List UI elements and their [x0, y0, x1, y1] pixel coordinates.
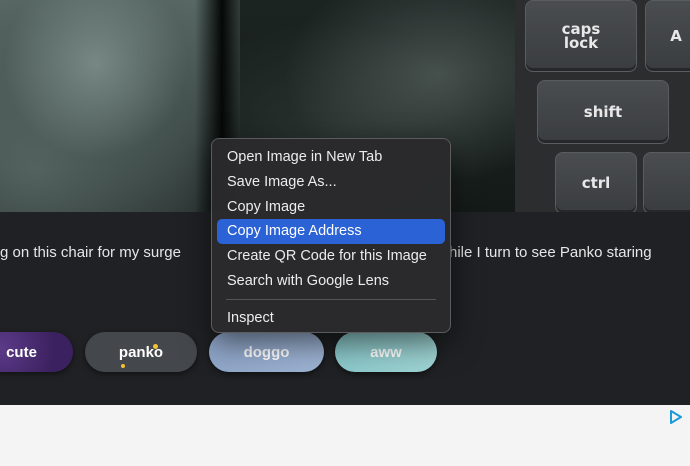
tag-label: aww	[370, 343, 402, 361]
adchoices-icon[interactable]	[668, 409, 684, 425]
menu-separator	[226, 299, 436, 301]
key-ctrl: ctrl	[555, 152, 637, 212]
tag-label: doggo	[243, 343, 290, 361]
menu-item-inspect[interactable]: Inspect	[217, 306, 445, 331]
caption-text-left: g on this chair for my surge	[0, 244, 181, 261]
menu-item-open-image-new-tab[interactable]: Open Image in New Tab	[217, 145, 445, 170]
keyboard: caps lock A shift ctrl	[515, 0, 690, 212]
context-menu: Open Image in New Tab Save Image As... C…	[211, 138, 451, 333]
menu-item-copy-image-address[interactable]: Copy Image Address	[217, 219, 445, 244]
menu-item-search-google-lens[interactable]: Search with Google Lens	[217, 268, 445, 293]
decor-dot	[153, 344, 158, 349]
tag-aww[interactable]: aww	[335, 332, 437, 372]
menu-item-save-image-as[interactable]: Save Image As...	[217, 170, 445, 195]
menu-item-create-qr-code[interactable]: Create QR Code for this Image	[217, 244, 445, 269]
tag-label: cute	[6, 343, 37, 361]
tag-cute[interactable]: cute	[0, 332, 73, 372]
key-option	[643, 152, 690, 212]
tag-panko[interactable]: panko	[85, 332, 197, 372]
ad-banner[interactable]	[0, 405, 690, 466]
decor-dot	[121, 364, 125, 368]
key-shift: shift	[537, 80, 669, 144]
menu-item-copy-image[interactable]: Copy Image	[217, 194, 445, 219]
caption-text-right: hile I turn to see Panko staring	[449, 244, 652, 261]
tag-doggo[interactable]: doggo	[209, 332, 324, 372]
key-caps-lock: caps lock	[525, 0, 637, 72]
key-a: A	[645, 0, 690, 72]
